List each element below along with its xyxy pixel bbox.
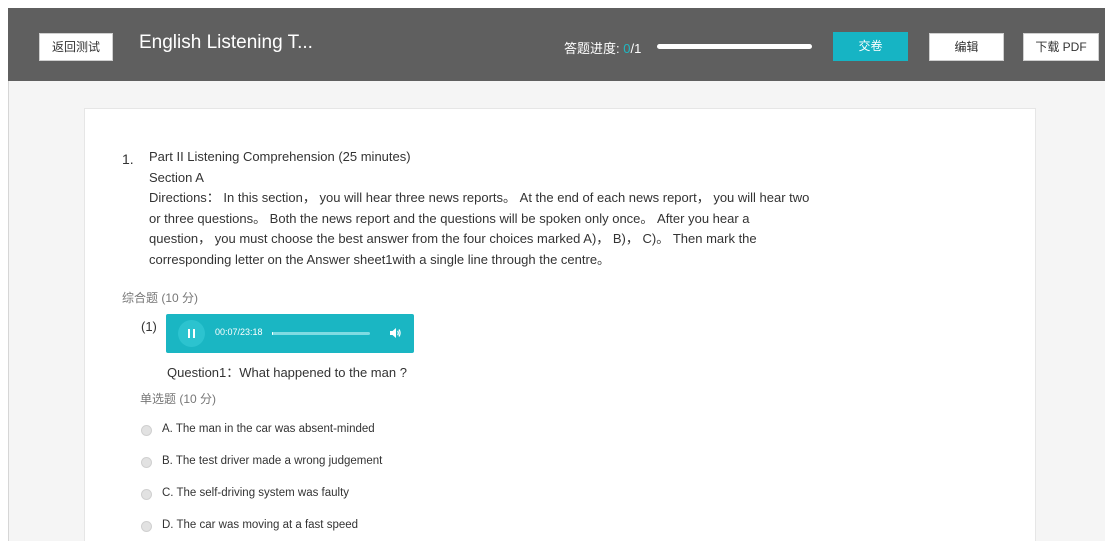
back-to-test-button[interactable]: 返回测试	[39, 33, 113, 61]
progress-prefix: 答题进度:	[564, 41, 624, 56]
edit-button[interactable]: 编辑	[929, 33, 1004, 61]
question-number: 1.	[122, 151, 134, 167]
question-line: Section A	[149, 169, 204, 185]
question-line: Directions： In this section， you will he…	[149, 190, 810, 205]
pause-bar	[193, 329, 195, 338]
download-pdf-button[interactable]: 下载 PDF	[1023, 33, 1099, 61]
audio-time: 00:07/23:18	[215, 327, 263, 337]
audio-seek-bar[interactable]	[272, 332, 370, 335]
pause-bar	[188, 329, 190, 338]
sub-question-number: (1)	[141, 319, 157, 334]
radio-icon[interactable]	[141, 425, 152, 436]
audio-player: 00:07/23:18	[166, 314, 414, 353]
radio-icon[interactable]	[141, 489, 152, 500]
volume-icon[interactable]	[388, 326, 402, 340]
question-line: Part II Listening Comprehension (25 minu…	[149, 149, 411, 164]
question-line: corresponding letter on the Answer sheet…	[149, 251, 611, 267]
radio-icon[interactable]	[141, 521, 152, 532]
question-type-label: 综合题 (10 分)	[122, 291, 199, 305]
question-line: or three questions。 Both the news report…	[149, 210, 750, 226]
option-label: A. The man in the car was absent-minded	[162, 423, 375, 435]
sub-question-type-label: 单选题 (10 分)	[140, 392, 217, 406]
submit-exam-button[interactable]: 交卷	[833, 32, 908, 61]
option-label: B. The test driver made a wrong judgemen…	[162, 455, 383, 467]
sub-question-text: Question1：What happened to the man ?	[167, 365, 407, 380]
progress-total-count: /1	[630, 41, 642, 56]
answer-progress-label: 答题进度: 0/1	[564, 38, 641, 57]
question-stem: Part II Listening Comprehension (25 minu…	[149, 147, 889, 270]
page-title: English Listening T...	[139, 32, 313, 53]
question-line: question， you must choose the best answe…	[149, 231, 757, 246]
radio-icon[interactable]	[141, 457, 152, 468]
option-label: C. The self-driving system was faulty	[162, 487, 350, 499]
answer-progress-bar	[657, 44, 812, 49]
option-label: D. The car was moving at a fast speed	[162, 519, 359, 531]
pause-icon[interactable]	[178, 320, 205, 347]
